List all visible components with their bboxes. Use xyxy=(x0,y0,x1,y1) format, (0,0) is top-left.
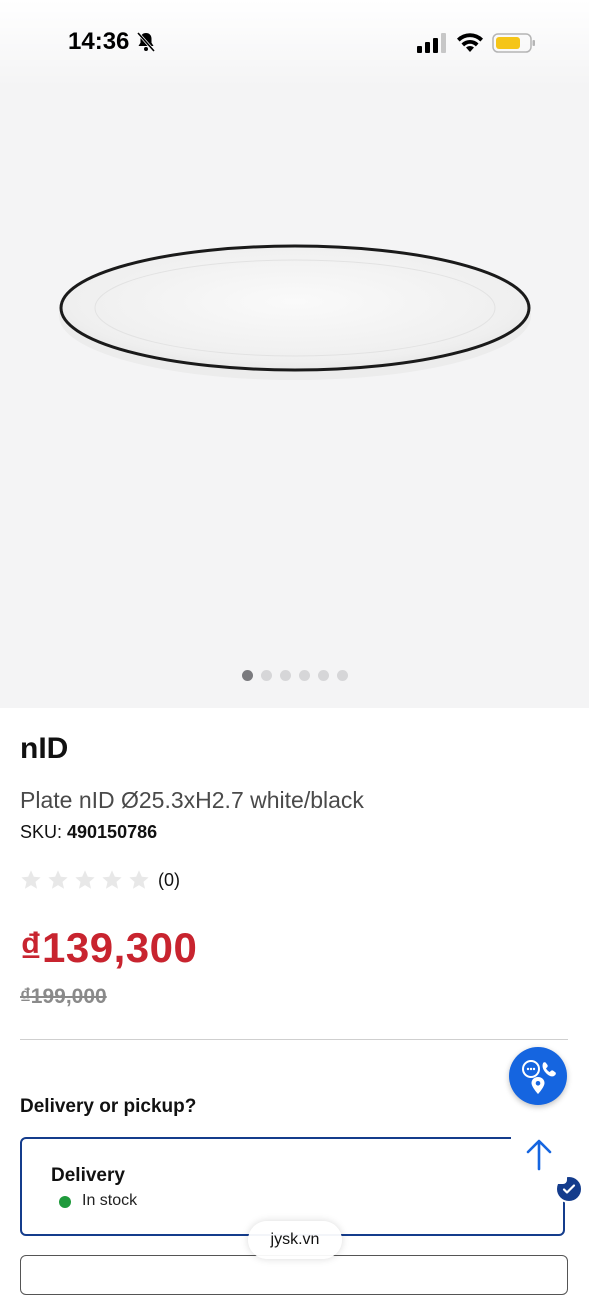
star-empty-icon xyxy=(48,870,68,889)
signal-icon xyxy=(417,33,446,53)
gallery-dot[interactable] xyxy=(260,670,272,681)
product-brand: nID xyxy=(20,732,69,765)
wifi-icon xyxy=(457,33,483,52)
star-empty-icon xyxy=(21,870,41,889)
arrow-up-icon xyxy=(526,1139,552,1171)
product-name: Plate nID Ø25.3xH2.7 white/black xyxy=(20,787,364,813)
product-image-gallery[interactable] xyxy=(0,0,589,708)
star-empty-icon xyxy=(129,870,149,889)
divider xyxy=(20,1039,568,1040)
status-time: 14:36 xyxy=(68,28,130,55)
sku-value: 490150786 xyxy=(67,822,158,842)
in-stock-indicator xyxy=(59,1196,71,1208)
product-sku: SKU: 490150786 xyxy=(20,822,157,843)
gallery-dot[interactable] xyxy=(336,670,348,681)
review-count[interactable]: (0) xyxy=(158,870,180,891)
gallery-dot[interactable] xyxy=(241,670,253,681)
bell-slash-icon xyxy=(136,32,156,52)
delivery-option-title: Delivery xyxy=(51,1165,125,1186)
star-empty-icon xyxy=(75,870,95,889)
gallery-dot[interactable] xyxy=(279,670,291,681)
current-price: ₫139,300 xyxy=(20,924,198,971)
sku-label: SKU: xyxy=(20,822,68,842)
product-rating[interactable]: (0) xyxy=(20,869,180,891)
scroll-to-top-button[interactable] xyxy=(511,1128,567,1184)
delivery-heading: Delivery or pickup? xyxy=(20,1096,197,1117)
contact-button[interactable] xyxy=(509,1047,567,1105)
star-empty-icon xyxy=(102,870,122,889)
product-image[interactable] xyxy=(55,238,535,390)
gallery-dot[interactable] xyxy=(317,670,329,681)
gallery-dot[interactable] xyxy=(298,670,310,681)
chat-phone-location-icon xyxy=(522,1060,556,1094)
pickup-option-card[interactable] xyxy=(20,1255,568,1295)
stock-status: In stock xyxy=(82,1192,138,1209)
browser-url-bar[interactable]: jysk.vn xyxy=(248,1221,342,1259)
status-bar: 14:36 xyxy=(0,0,589,88)
gallery-pagination[interactable] xyxy=(0,670,589,684)
battery-icon xyxy=(492,33,535,53)
original-price: ₫199,000 xyxy=(20,985,107,1008)
